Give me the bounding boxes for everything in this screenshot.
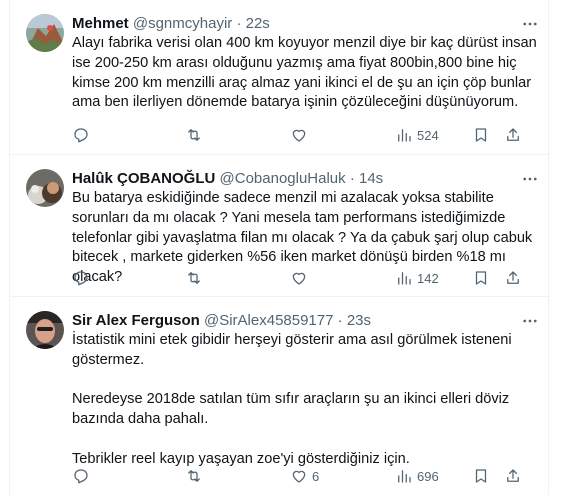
views-icon — [398, 129, 411, 142]
reply-icon — [74, 271, 88, 286]
timestamp[interactable]: 14s — [359, 170, 383, 187]
tweet-paragraph: Alayı fabrika verisi olan 400 km koyuyor… — [72, 35, 537, 111]
heart-icon — [292, 470, 306, 483]
avatar[interactable] — [26, 311, 64, 349]
author-handle[interactable]: @SirAlex45859177 — [204, 312, 333, 329]
tweet-actions: 142 — [72, 268, 540, 288]
share-button[interactable] — [504, 466, 522, 486]
tweet-paragraph: İstatistik mini etek gibidir herşeyi gös… — [72, 332, 512, 368]
tweet-text: Alayı fabrika verisi olan 400 km koyuyor… — [72, 34, 542, 113]
author-handle[interactable]: @CobanogluHaluk — [220, 170, 346, 187]
heart-icon — [292, 129, 306, 142]
retweet-button[interactable] — [185, 125, 207, 145]
views-icon — [398, 272, 411, 285]
avatar[interactable] — [26, 169, 64, 207]
like-button[interactable] — [290, 125, 312, 145]
more-icon[interactable] — [520, 311, 540, 331]
bookmark-button[interactable] — [472, 125, 490, 145]
tweet[interactable]: Sir Alex Ferguson @SirAlex45859177 · 23s… — [10, 297, 550, 495]
tweet-header: Halûk ÇOBANOĞLU @CobanogluHaluk · 14s — [72, 169, 383, 189]
separator-dot: · — [349, 170, 355, 187]
views-button[interactable]: 696 — [395, 466, 439, 486]
share-icon — [507, 271, 519, 284]
author-handle[interactable]: @sgnmcyhayir — [133, 15, 232, 32]
like-button[interactable]: 6 — [290, 466, 319, 486]
views-count: 524 — [417, 127, 439, 143]
reply-button[interactable] — [72, 125, 94, 145]
bookmark-icon — [475, 469, 487, 483]
share-icon — [507, 469, 519, 482]
retweet-icon — [188, 470, 200, 482]
retweet-icon — [188, 129, 200, 141]
tweet-header: Mehmet @sgnmcyhayir · 22s — [72, 14, 270, 34]
views-icon — [398, 470, 411, 483]
reply-button[interactable] — [72, 466, 94, 486]
reply-icon — [74, 128, 88, 143]
author-name[interactable]: Mehmet — [72, 15, 129, 32]
author-name[interactable]: Halûk ÇOBANOĞLU — [72, 170, 215, 187]
bookmark-icon — [475, 271, 487, 285]
views-button[interactable]: 142 — [395, 268, 439, 288]
like-button[interactable] — [290, 268, 312, 288]
tweet-actions: 6 696 — [72, 466, 540, 486]
share-button[interactable] — [504, 268, 522, 288]
views-count: 696 — [417, 468, 439, 484]
avatar[interactable] — [26, 14, 64, 52]
views-count: 142 — [417, 270, 439, 286]
like-count: 6 — [312, 468, 320, 484]
tweet[interactable]: Halûk ÇOBANOĞLU @CobanogluHaluk · 14s Bu… — [10, 155, 550, 297]
reply-icon — [74, 469, 88, 484]
author-name[interactable]: Sir Alex Ferguson — [72, 312, 200, 329]
retweet-icon — [188, 272, 200, 284]
tweet-header: Sir Alex Ferguson @SirAlex45859177 · 23s — [72, 311, 371, 331]
retweet-button[interactable] — [185, 466, 207, 486]
retweet-button[interactable] — [185, 268, 207, 288]
share-button[interactable] — [504, 125, 522, 145]
tweet[interactable]: Mehmet @sgnmcyhayir · 22s Alayı fabrika … — [10, 0, 550, 155]
timeline: Mehmet @sgnmcyhayir · 22s Alayı fabrika … — [9, 0, 550, 495]
share-icon — [507, 128, 519, 141]
bookmark-button[interactable] — [472, 268, 490, 288]
bookmark-icon — [475, 128, 487, 142]
timestamp[interactable]: 22s — [246, 15, 270, 32]
tweet-text: İstatistik mini etek gibidir herşeyi gös… — [72, 331, 542, 470]
reply-button[interactable] — [72, 268, 94, 288]
more-icon[interactable] — [520, 14, 540, 34]
tweet-actions: 524 — [72, 125, 540, 145]
views-button[interactable]: 524 — [395, 125, 439, 145]
more-icon[interactable] — [520, 169, 540, 189]
heart-icon — [292, 272, 306, 285]
bookmark-button[interactable] — [472, 466, 490, 486]
tweet-paragraph: Neredeyse 2018de satılan tüm sıfır araçl… — [72, 391, 510, 428]
timestamp[interactable]: 23s — [347, 312, 371, 329]
separator-dot: · — [236, 15, 242, 32]
separator-dot: · — [337, 312, 343, 329]
